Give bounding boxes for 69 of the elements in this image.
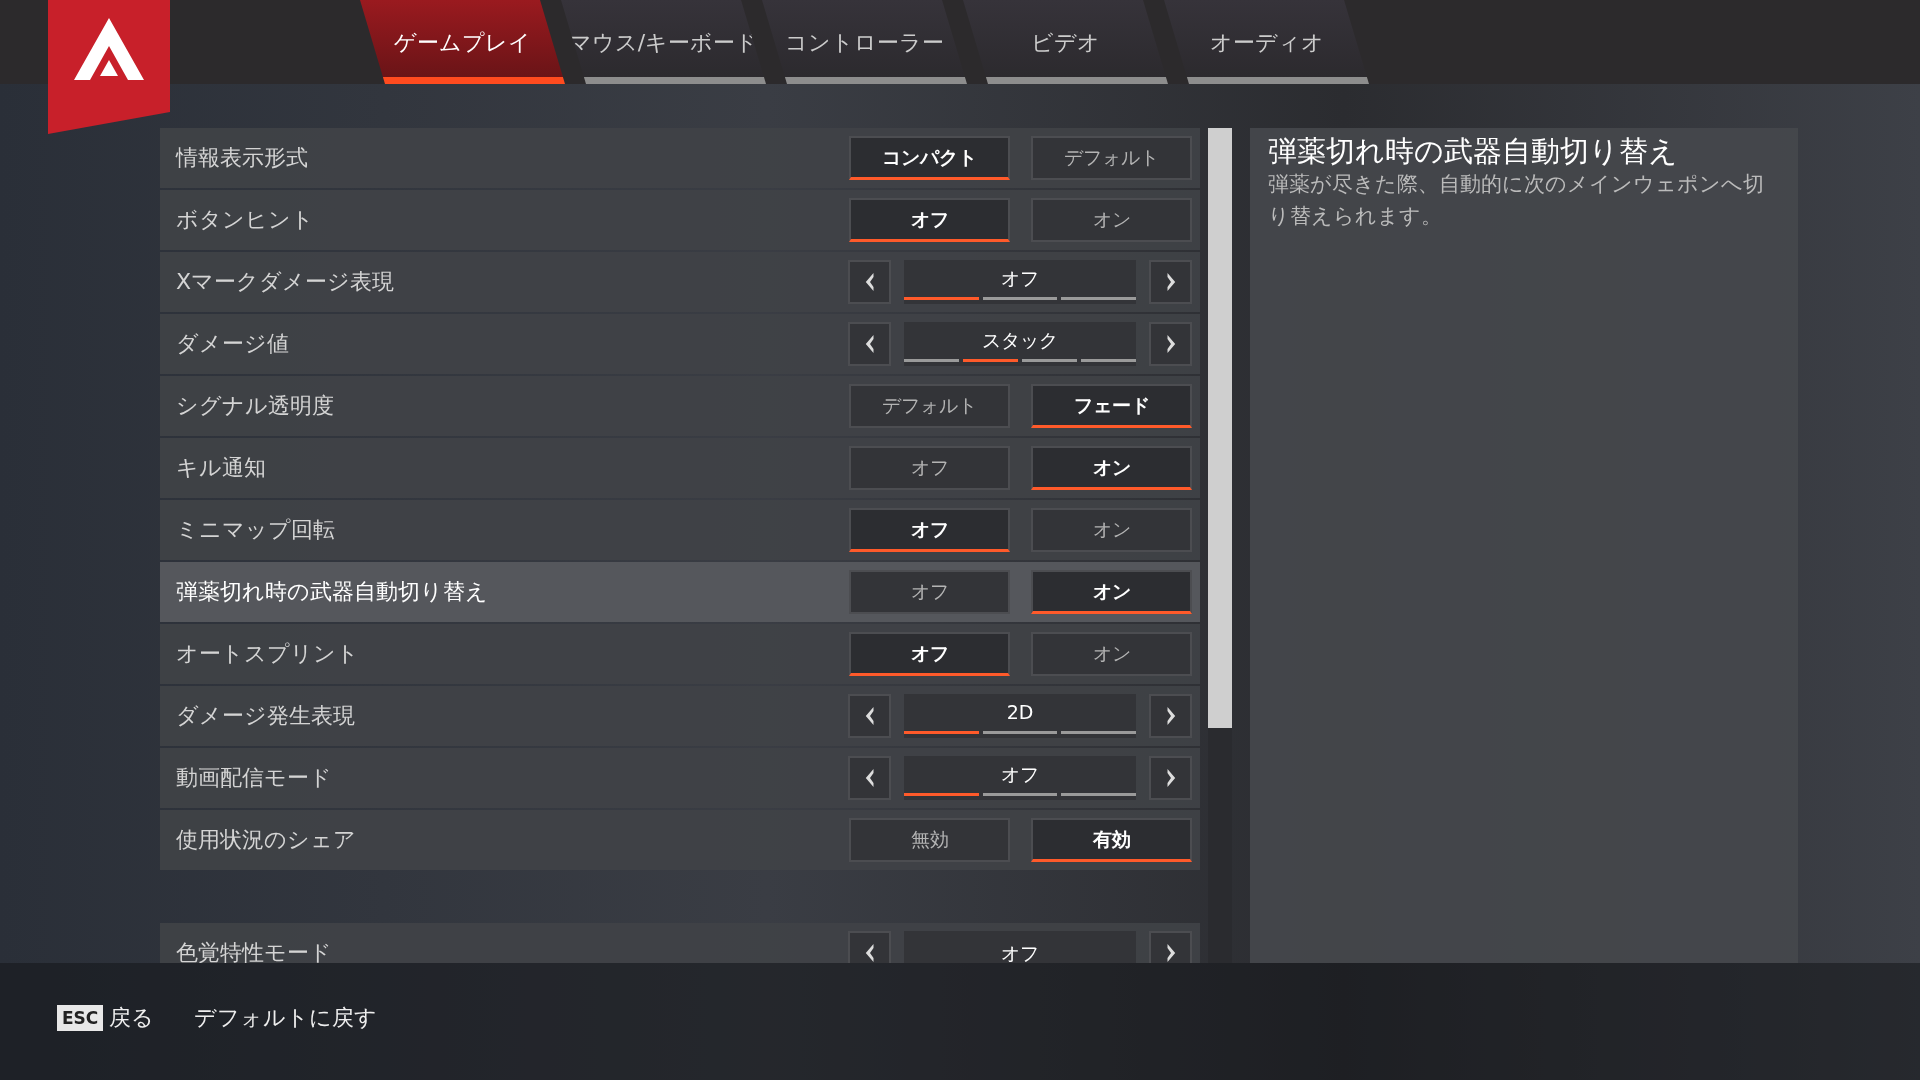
logo-banner-icon <box>48 0 170 134</box>
scrollbar[interactable] <box>1208 128 1232 963</box>
setting-value: 2D <box>1006 699 1034 725</box>
setting-label: ミニマップ回転 <box>176 516 336 544</box>
setting-label: 情報表示形式 <box>176 144 309 172</box>
option-button[interactable]: オフ <box>849 570 1010 614</box>
next-button[interactable] <box>1149 756 1192 800</box>
previous-button[interactable] <box>848 694 891 738</box>
option-button[interactable]: オン <box>1031 570 1192 614</box>
tab[interactable]: オーディオ <box>1164 0 1369 84</box>
tab[interactable]: コントローラー <box>762 0 967 84</box>
setting-row[interactable]: Xマークダメージ表現 オフ <box>160 252 1200 312</box>
option-button[interactable]: フェード <box>1031 384 1192 428</box>
setting-value: オフ <box>1001 761 1039 787</box>
setting-value: オフ <box>1001 941 1039 963</box>
setting-row[interactable]: ボタンヒント オフ オン <box>160 190 1200 250</box>
key-hint: ESC <box>57 1004 104 1031</box>
setting-label: シグナル透明度 <box>176 392 335 420</box>
setting-label: キル通知 <box>176 454 267 482</box>
setting-label: 使用状況のシェア <box>176 826 357 854</box>
option-button[interactable]: オフ <box>849 508 1010 552</box>
option-button[interactable]: オフ <box>849 446 1010 490</box>
previous-button[interactable] <box>848 931 891 963</box>
scrollbar-thumb[interactable] <box>1208 128 1232 728</box>
setting-row[interactable]: シグナル透明度 デフォルト フェード <box>160 376 1200 436</box>
setting-label: ダメージ値 <box>176 330 290 358</box>
setting-row[interactable]: ミニマップ回転 オフ オン <box>160 500 1200 560</box>
option-button[interactable]: オフ <box>849 198 1010 242</box>
description-text: 弾薬が尽きた際、自動的に次のメインウェポンへ切り替えられます。 <box>1268 171 1765 230</box>
setting-row[interactable]: 色覚特性モード オフ <box>160 923 1200 963</box>
previous-button[interactable] <box>848 260 891 304</box>
option-button[interactable]: 無効 <box>849 818 1010 862</box>
option-button[interactable]: オン <box>1031 446 1192 490</box>
setting-row[interactable]: ダメージ発生表現 2D <box>160 686 1200 746</box>
description-title: 弾薬切れ時の武器自動切り替え <box>1268 134 1679 168</box>
tab[interactable]: ゲームプレイ <box>360 0 565 84</box>
tab[interactable]: ビデオ <box>963 0 1168 84</box>
setting-row[interactable]: 弾薬切れ時の武器自動切り替え オフ オン <box>160 562 1200 622</box>
option-button[interactable]: コンパクト <box>849 136 1010 180</box>
option-button[interactable]: オン <box>1031 508 1192 552</box>
option-button[interactable]: デフォルト <box>1031 136 1192 180</box>
setting-value: オフ <box>1001 265 1039 291</box>
setting-label: ボタンヒント <box>176 206 315 234</box>
setting-label: 弾薬切れ時の武器自動切り替え <box>176 578 489 606</box>
option-button[interactable]: 有効 <box>1031 818 1192 862</box>
setting-row[interactable]: オートスプリント オフ オン <box>160 624 1200 684</box>
previous-button[interactable] <box>848 322 891 366</box>
option-button[interactable]: オン <box>1031 198 1192 242</box>
option-button[interactable]: オフ <box>849 632 1010 676</box>
setting-row[interactable]: 使用状況のシェア 無効 有効 <box>160 810 1200 870</box>
option-button[interactable]: デフォルト <box>849 384 1010 428</box>
next-button[interactable] <box>1149 931 1192 963</box>
setting-row[interactable]: 動画配信モード オフ <box>160 748 1200 808</box>
next-button[interactable] <box>1149 322 1192 366</box>
reset-button[interactable]: デフォルトに戻す <box>188 1002 378 1033</box>
back-button[interactable]: 戻る <box>103 1002 155 1033</box>
setting-label: Xマークダメージ表現 <box>176 268 396 296</box>
previous-button[interactable] <box>848 756 891 800</box>
setting-row[interactable]: 情報表示形式 コンパクト デフォルト <box>160 128 1200 188</box>
setting-label: オートスプリント <box>176 640 360 668</box>
setting-row[interactable]: キル通知 オフ オン <box>160 438 1200 498</box>
setting-label: 色覚特性モード <box>176 939 333 963</box>
setting-value: スタック <box>982 327 1058 353</box>
setting-row[interactable]: ダメージ値 スタック <box>160 314 1200 374</box>
setting-label: ダメージ発生表現 <box>176 702 356 730</box>
setting-label: 動画配信モード <box>176 764 333 792</box>
next-button[interactable] <box>1149 260 1192 304</box>
option-button[interactable]: オン <box>1031 632 1192 676</box>
next-button[interactable] <box>1149 694 1192 738</box>
